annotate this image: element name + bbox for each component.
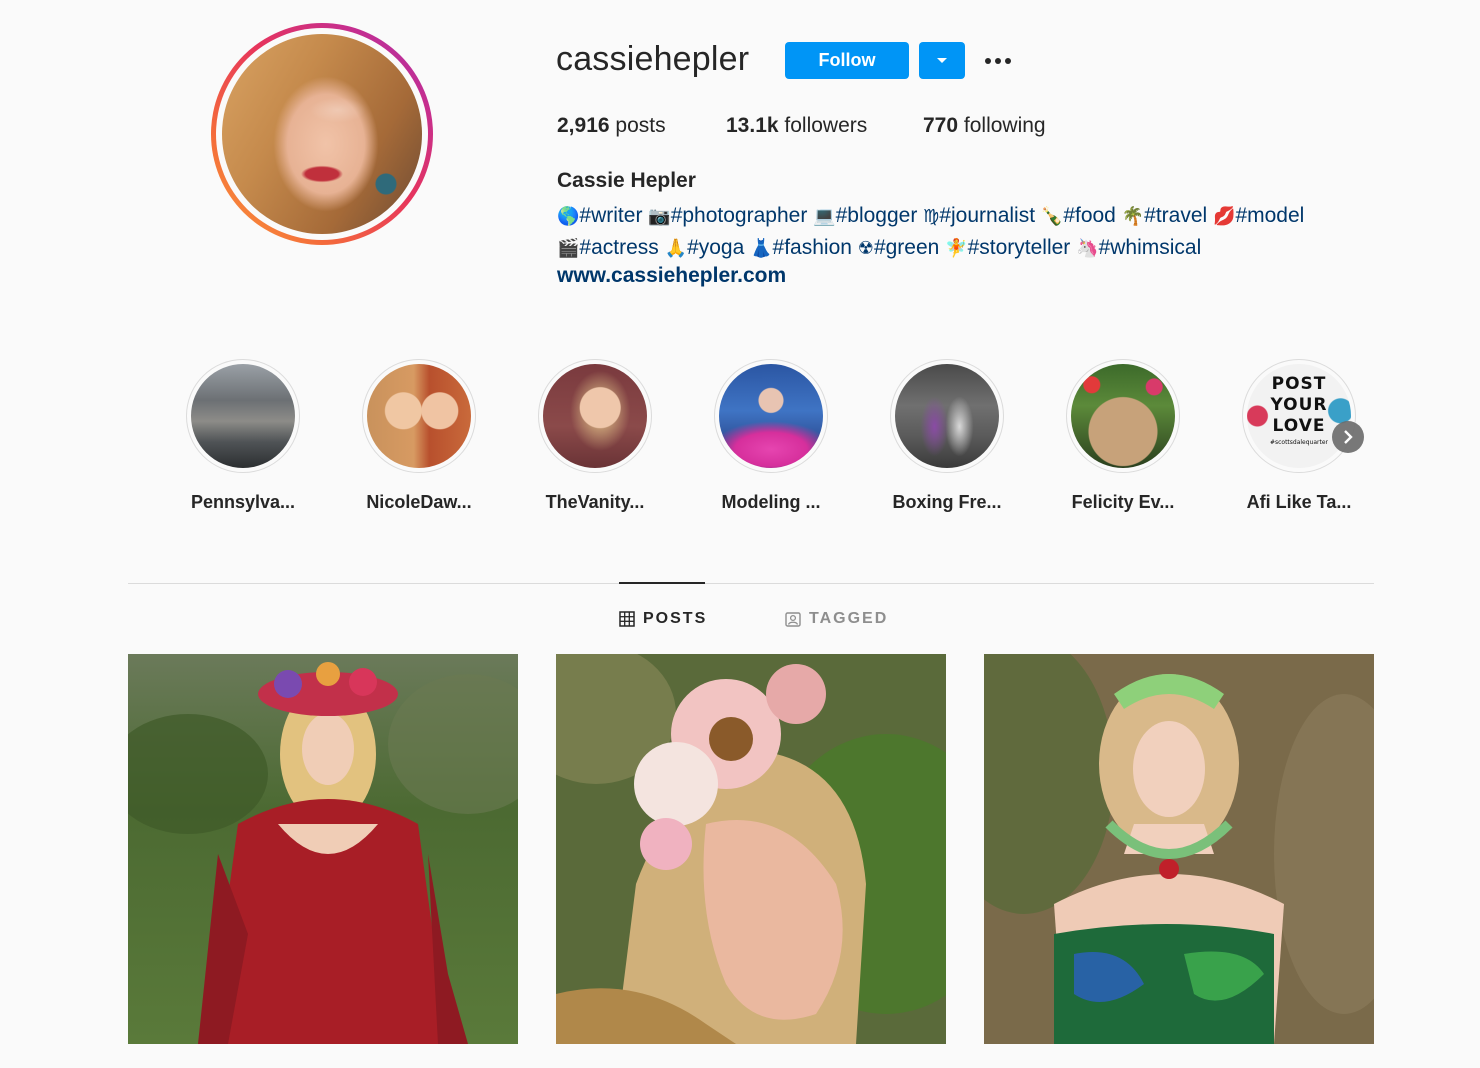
bio-emoji: 🌎 — [557, 206, 580, 226]
post-image — [128, 654, 518, 1044]
full-name: Cassie Hepler — [557, 169, 696, 192]
dot-icon — [985, 58, 991, 64]
bio-emoji: 🎬 — [557, 238, 580, 258]
tab-posts[interactable]: POSTS — [619, 610, 707, 628]
hashtag-link[interactable]: #green — [874, 236, 939, 259]
hashtag-link[interactable]: #whimsical — [1099, 236, 1202, 259]
highlight-cover: POST YOUR LOVE #scottsdalequarter — [1247, 364, 1351, 468]
highlight-ring — [714, 359, 828, 473]
hashtag-link[interactable]: #writer — [579, 204, 642, 227]
highlight-label: NicoleDaw... — [366, 492, 472, 512]
highlight-item[interactable]: Felicity Ev... — [1043, 359, 1203, 513]
bio-emoji: 🍾 — [1040, 206, 1064, 226]
bio-emoji: 🌴 — [1121, 206, 1145, 226]
bio-emoji: 🧚 — [945, 238, 968, 258]
post-image — [556, 654, 946, 1044]
highlight-label: Boxing Fre... — [892, 492, 1002, 512]
highlight-label: Modeling ... — [721, 492, 821, 512]
bio-emoji: 📷 — [648, 206, 671, 226]
bio-emoji: 👗 — [750, 238, 773, 258]
followers-stat[interactable]: 13.1k followers — [726, 114, 867, 138]
highlight-label: TheVanity... — [545, 492, 645, 512]
tagged-user-icon — [785, 612, 801, 627]
highlight-ring — [186, 359, 300, 473]
follow-button[interactable]: Follow — [785, 42, 909, 79]
grid-icon — [619, 611, 635, 627]
bio-emoji: 💻 — [813, 206, 836, 226]
highlights-next-button[interactable] — [1332, 421, 1364, 453]
hashtag-link[interactable]: #model — [1235, 204, 1304, 227]
following-count: 770 — [923, 114, 959, 137]
bio: 🌎#writer 📷#photographer 💻#blogger ♍#jour… — [557, 200, 1417, 264]
hashtag-link[interactable]: #travel — [1144, 204, 1207, 227]
posts-label: posts — [615, 114, 666, 137]
hashtag-link[interactable]: #journalist — [939, 204, 1035, 227]
posts-count-stat: 2,916 posts — [557, 114, 666, 138]
posts-count: 2,916 — [557, 114, 610, 137]
highlight-ring: POST YOUR LOVE #scottsdalequarter — [1242, 359, 1356, 473]
chevron-right-icon — [1344, 430, 1353, 444]
bio-emoji: 🙏 — [664, 238, 688, 258]
highlight-cover — [367, 364, 471, 468]
suggested-dropdown-button[interactable] — [919, 42, 965, 79]
highlight-item[interactable]: Boxing Fre... — [867, 359, 1027, 513]
post-thumbnail[interactable] — [984, 654, 1374, 1044]
active-tab-indicator — [619, 582, 705, 584]
highlight-label: Felicity Ev... — [1071, 492, 1175, 512]
highlight-ring — [1066, 359, 1180, 473]
highlight-ring — [362, 359, 476, 473]
chevron-down-icon — [937, 57, 947, 63]
highlight-item[interactable]: TheVanity... — [515, 359, 675, 513]
post-image — [984, 654, 1374, 1044]
followers-label: followers — [784, 114, 868, 137]
followers-count: 13.1k — [726, 114, 779, 137]
more-options-button[interactable] — [980, 46, 1016, 76]
following-stat[interactable]: 770 following — [923, 114, 1046, 138]
username: cassiehepler — [556, 40, 750, 78]
highlight-cover — [1071, 364, 1175, 468]
highlight-cover — [719, 364, 823, 468]
tab-tagged[interactable]: TAGGED — [785, 610, 888, 628]
highlight-cover — [543, 364, 647, 468]
highlight-item[interactable]: NicoleDaw... — [339, 359, 499, 513]
bio-emoji: 💋 — [1213, 206, 1236, 226]
highlight-label: Pennsylva... — [190, 492, 296, 512]
following-label: following — [963, 114, 1046, 137]
highlight-cover-text: POST — [1271, 374, 1327, 394]
highlight-cover — [895, 364, 999, 468]
dot-icon — [995, 58, 1001, 64]
highlight-item[interactable]: Pennsylva... — [163, 359, 323, 513]
tab-tagged-label: TAGGED — [809, 610, 889, 627]
hashtag-link[interactable]: #fashion — [773, 236, 852, 259]
highlight-cover-text: YOUR — [1270, 395, 1328, 415]
highlight-ring — [890, 359, 1004, 473]
avatar[interactable] — [222, 34, 422, 234]
hashtag-link[interactable]: #food — [1063, 204, 1116, 227]
tabs-divider — [128, 583, 1374, 584]
bio-emoji: ♍ — [923, 206, 940, 226]
dot-icon — [1005, 58, 1011, 64]
bio-line: 🌎#writer 📷#photographer 💻#blogger ♍#jour… — [557, 200, 1417, 232]
highlight-cover — [191, 364, 295, 468]
bio-line: 🎬#actress 🙏#yoga 👗#fashion ☢#green 🧚#sto… — [557, 232, 1417, 264]
highlight-label: Afi Like Ta... — [1246, 492, 1352, 512]
website-link[interactable]: www.cassiehepler.com — [557, 264, 786, 288]
hashtag-link[interactable]: #blogger — [836, 204, 918, 227]
hashtag-link[interactable]: #storyteller — [968, 236, 1071, 259]
post-thumbnail[interactable] — [128, 654, 518, 1044]
hashtag-link[interactable]: #actress — [579, 236, 658, 259]
profile-avatar-ring[interactable] — [211, 23, 433, 245]
avatar-frame — [216, 28, 428, 240]
hashtag-link[interactable]: #yoga — [687, 236, 744, 259]
highlight-item[interactable]: Modeling ... — [691, 359, 851, 513]
bio-emoji: 🦄 — [1076, 238, 1099, 258]
hashtag-link[interactable]: #photographer — [671, 204, 808, 227]
tab-posts-label: POSTS — [643, 610, 708, 627]
post-thumbnail[interactable] — [556, 654, 946, 1044]
bio-emoji: ☢ — [857, 238, 874, 258]
highlight-ring — [538, 359, 652, 473]
